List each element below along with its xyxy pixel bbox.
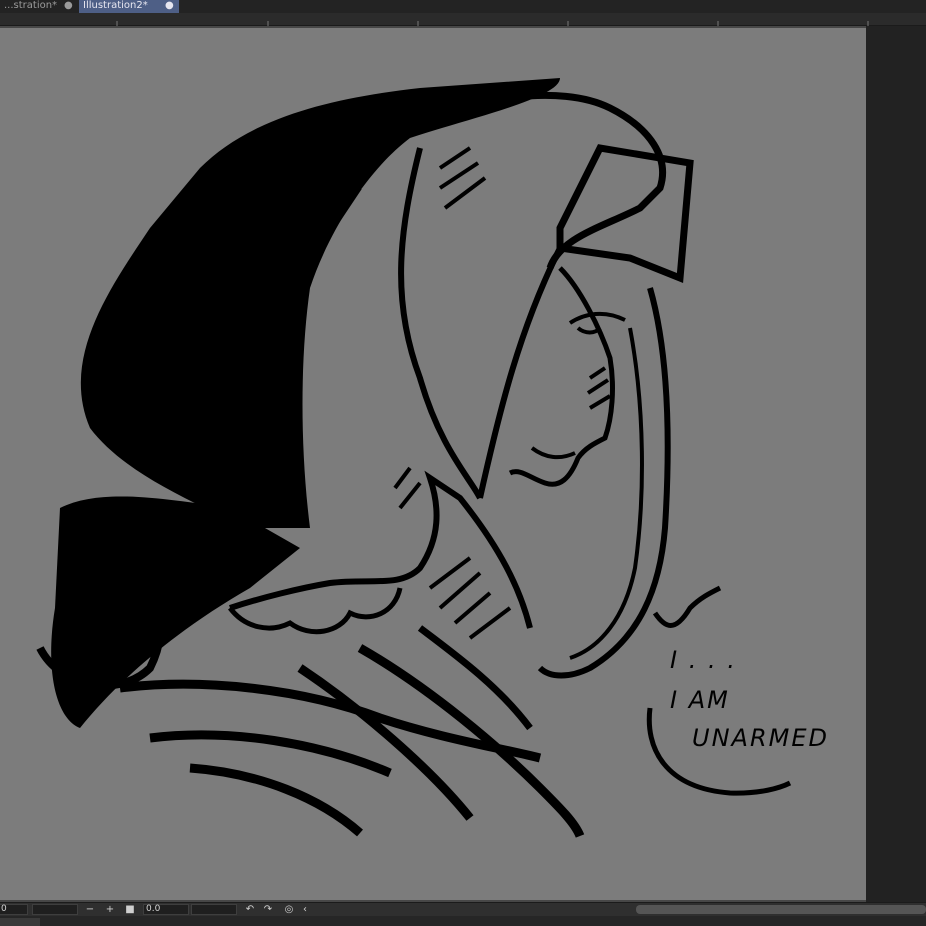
rotation-slider[interactable]: [191, 904, 237, 915]
ink-illustration: I . . . I AM UNARMED: [36, 78, 829, 838]
modified-dot-icon: ●: [64, 0, 73, 11]
tab-label: Illustration2*: [83, 0, 148, 11]
horizontal-ruler: [0, 13, 926, 26]
tab-illustration-1[interactable]: ...stration* ●: [0, 0, 76, 13]
canvas-status-bar: 0 − + ■ 0.0 ↶ ↷ ◎ ‹: [0, 902, 926, 916]
veil-fold: [477, 246, 563, 499]
rotate-right-icon[interactable]: ↷: [262, 903, 274, 916]
reset-rotation-icon[interactable]: ◎: [282, 903, 296, 916]
body-line-6: [417, 625, 533, 731]
speech-line-2: I AM: [670, 686, 730, 714]
chevron-left-icon[interactable]: ‹: [300, 903, 310, 916]
workspace-side-panel: [866, 26, 926, 902]
veil-drape-inner: [569, 327, 644, 660]
drawing-canvas[interactable]: I . . . I AM UNARMED: [0, 28, 866, 900]
speech-line-3: UNARMED: [692, 724, 829, 752]
body-line-4: [297, 664, 474, 821]
rotate-left-icon[interactable]: ↶: [244, 903, 256, 916]
ruler-ticks: [116, 21, 869, 26]
zoom-field[interactable]: 0: [0, 904, 28, 915]
zoom-slider[interactable]: [32, 904, 78, 915]
face-profile: [508, 266, 615, 487]
tab-label: ...stration*: [4, 0, 58, 11]
horizontal-scrollbar[interactable]: [636, 905, 926, 914]
mouth: [530, 446, 576, 460]
inner-veil: [398, 147, 483, 500]
collar-scallop: [228, 587, 403, 635]
fit-view-icon[interactable]: ■: [124, 903, 136, 916]
canvas-workspace[interactable]: I . . . I AM UNARMED: [0, 26, 926, 902]
zoom-in-button[interactable]: +: [104, 903, 116, 916]
body-line-3: [189, 763, 363, 837]
rotation-field[interactable]: 0.0: [143, 904, 189, 915]
body-line-1: [119, 679, 542, 763]
zoom-out-button[interactable]: −: [84, 903, 96, 916]
body-line-2: [149, 730, 392, 778]
footer-block: [0, 918, 40, 926]
speech-line-1: I . . .: [670, 646, 737, 674]
modified-dot-icon: ●: [165, 0, 174, 11]
footer-bar: [0, 916, 926, 926]
document-tab-bar: ...stration* ● Illustration2* ●: [0, 0, 926, 13]
tab-illustration-2[interactable]: Illustration2* ●: [79, 0, 179, 13]
speech-tail: [652, 585, 722, 628]
